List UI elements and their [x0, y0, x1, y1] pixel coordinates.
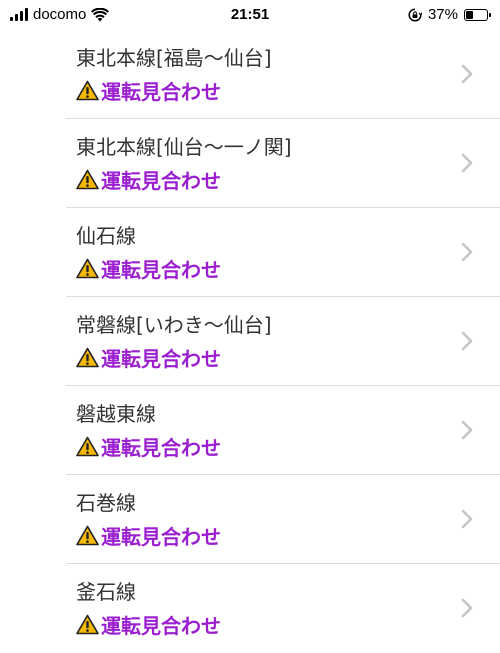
chevron-right-icon [461, 242, 473, 262]
route-status: 運転見合わせ [76, 76, 221, 105]
route-status: 運転見合わせ [76, 343, 221, 372]
status-bar: docomo 21:51 37% [0, 0, 500, 30]
warning-icon [76, 525, 99, 546]
route-row[interactable]: 仙石線運転見合わせ [66, 208, 500, 297]
status-bar-right: 37% [408, 6, 491, 23]
rotation-lock-icon [408, 7, 422, 22]
chevron-right-icon [461, 598, 473, 618]
chevron-right-icon [461, 64, 473, 84]
route-name: 東北本線[福島〜仙台] [76, 46, 272, 70]
chevron-right-icon [461, 153, 473, 173]
route-status: 運転見合わせ [76, 610, 221, 639]
route-status: 運転見合わせ [76, 432, 221, 461]
route-name: 仙石線 [76, 224, 136, 248]
route-name: 釜石線 [76, 580, 136, 604]
route-name: 石巻線 [76, 491, 136, 515]
chevron-right-icon [461, 331, 473, 351]
status-label: 運転見合わせ [101, 614, 221, 638]
route-row[interactable]: 常磐線[いわき〜仙台] 運転見合わせ [66, 297, 500, 386]
route-row[interactable]: 東北本線[仙台〜一ノ関] 運転見合わせ [66, 119, 500, 208]
route-name: 東北本線[仙台〜一ノ関] [76, 135, 292, 159]
route-row[interactable]: 磐越東線運転見合わせ [66, 386, 500, 475]
route-status: 運転見合わせ [76, 254, 221, 283]
route-status: 運転見合わせ [76, 165, 221, 194]
route-row[interactable]: 釜石線運転見合わせ [66, 564, 500, 653]
route-row[interactable]: 石巻線運転見合わせ [66, 475, 500, 564]
status-label: 運転見合わせ [101, 169, 221, 193]
warning-icon [76, 169, 99, 190]
status-label: 運転見合わせ [101, 436, 221, 460]
route-name: 常磐線[いわき〜仙台] [76, 313, 272, 337]
route-row[interactable]: 東北本線[福島〜仙台] 運転見合わせ [66, 30, 500, 119]
battery-level [466, 10, 473, 19]
route-status: 運転見合わせ [76, 521, 221, 550]
route-name: 磐越東線 [76, 402, 156, 426]
route-status-list: 東北本線[福島〜仙台] 運転見合わせ 東北本線[仙台〜一ノ関] 運転見合わせ 仙石線 運転… [0, 30, 500, 653]
chevron-right-icon [461, 509, 473, 529]
warning-icon [76, 614, 99, 635]
status-label: 運転見合わせ [101, 347, 221, 371]
chevron-right-icon [461, 420, 473, 440]
warning-icon [76, 258, 99, 279]
battery-percent: 37% [427, 6, 458, 23]
warning-icon [76, 347, 99, 368]
battery-icon [464, 8, 491, 21]
status-label: 運転見合わせ [101, 258, 221, 282]
status-label: 運転見合わせ [101, 525, 221, 549]
warning-icon [76, 436, 99, 457]
status-label: 運転見合わせ [101, 80, 221, 104]
warning-icon [76, 80, 99, 101]
